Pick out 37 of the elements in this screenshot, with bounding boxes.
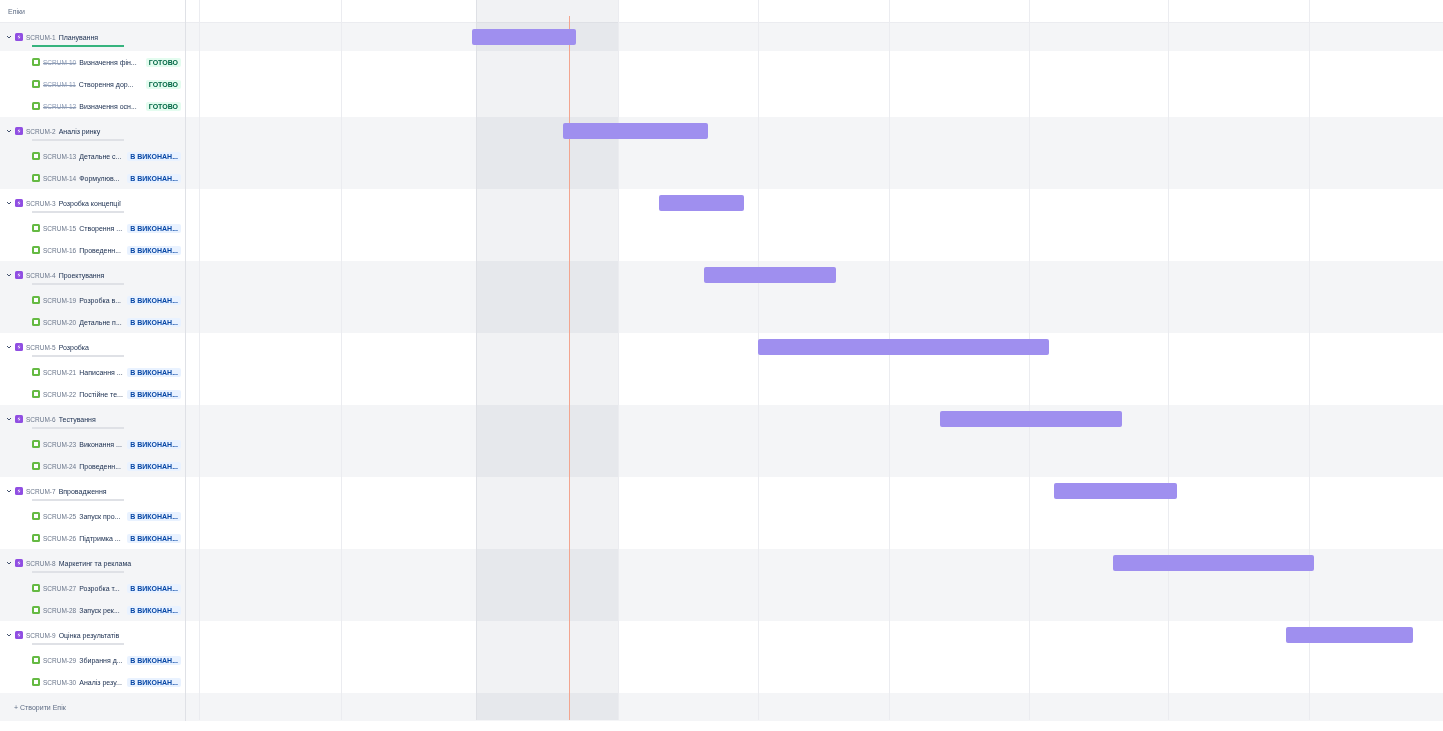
subtask-icon [32,678,40,686]
chevron-down-icon[interactable] [6,488,12,494]
subtask-icon [32,102,40,110]
subtask-icon [32,512,40,520]
subtask-icon [32,462,40,470]
subtask-icon [32,318,40,326]
subtask-icon [32,224,40,232]
subtask-icon [32,534,40,542]
subtask-icon [32,152,40,160]
chevron-down-icon[interactable] [6,128,12,134]
subtask-icon [32,368,40,376]
subtask-icon [32,80,40,88]
epic-icon [15,127,23,135]
epic-icon [15,415,23,423]
chevron-down-icon[interactable] [6,416,12,422]
epic-icon [15,487,23,495]
subtask-icon [32,656,40,664]
subtask-icon [32,440,40,448]
subtask-icon [32,584,40,592]
subtask-icon [32,390,40,398]
epic-icon [15,33,23,41]
chevron-down-icon[interactable] [6,34,12,40]
epic-icon [15,343,23,351]
subtask-icon [32,246,40,254]
chevron-down-icon[interactable] [6,344,12,350]
chevron-down-icon[interactable] [6,272,12,278]
epic-icon [15,631,23,639]
epic-icon [15,199,23,207]
subtask-icon [32,606,40,614]
subtask-icon [32,58,40,66]
epic-icon [15,559,23,567]
subtask-icon [32,296,40,304]
chevron-down-icon[interactable] [6,200,12,206]
chevron-down-icon[interactable] [6,560,12,566]
subtask-icon [32,174,40,182]
chevron-down-icon[interactable] [6,632,12,638]
epic-icon [15,271,23,279]
